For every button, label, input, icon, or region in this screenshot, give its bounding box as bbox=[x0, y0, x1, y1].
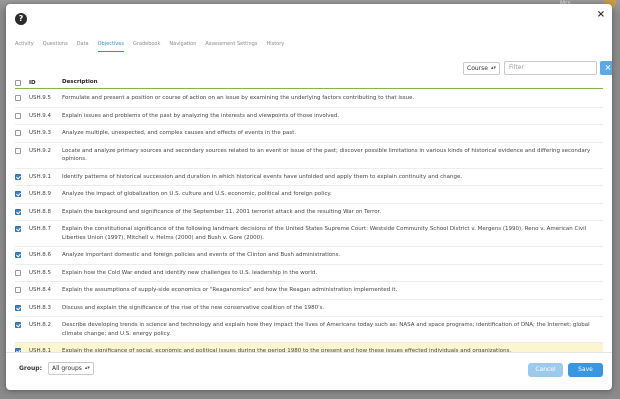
table-row[interactable]: USH.9.5 Formulate and present a position … bbox=[15, 90, 603, 108]
table-row[interactable]: USH.8.4 Explain the assumptions of supply… bbox=[15, 282, 603, 300]
tab-activity[interactable]: Activity bbox=[15, 40, 34, 52]
row-checkbox[interactable] bbox=[15, 304, 21, 311]
objective-description: Explain issues and problems of the past … bbox=[62, 112, 340, 119]
row-checkbox[interactable] bbox=[15, 208, 21, 215]
row-checkbox[interactable] bbox=[15, 269, 21, 276]
objective-id: USH.9.3 bbox=[29, 130, 52, 136]
row-checkbox-cell bbox=[15, 129, 29, 136]
table-row[interactable]: USH.9.3 Analyze multiple, unexpected, and… bbox=[15, 125, 603, 143]
filter-input[interactable]: Filter bbox=[503, 61, 597, 75]
objective-description: Locate and analyze primary sources and s… bbox=[62, 147, 591, 163]
table-row[interactable]: USH.9.1 Identify patterns of historical s… bbox=[15, 169, 603, 186]
tab-questions[interactable]: Questions bbox=[43, 40, 68, 52]
objectives-table-body: USH.9.5 Formulate and present a position … bbox=[15, 90, 603, 352]
row-checkbox-cell bbox=[15, 147, 29, 154]
group-select[interactable]: All groups ▴▾ bbox=[48, 362, 94, 375]
row-checkbox-cell bbox=[15, 269, 29, 276]
tab-history[interactable]: History bbox=[266, 40, 284, 52]
group-select-value: All groups bbox=[52, 365, 82, 372]
tab-bar: Activity Questions Data Objectives Gradebook… bbox=[15, 40, 293, 52]
footer-divider bbox=[6, 352, 612, 353]
cancel-button[interactable]: Cancel bbox=[528, 363, 563, 377]
objective-id: USH.9.2 bbox=[29, 147, 52, 154]
activity-settings-modal: ? × Activity Questions Data Objectives Grade… bbox=[6, 4, 612, 390]
table-row[interactable]: USH.8.5 Explain how the Cold War ended an… bbox=[15, 265, 603, 282]
objective-description: Explain the background and significance … bbox=[62, 208, 382, 215]
row-checkbox[interactable] bbox=[15, 287, 21, 293]
objective-description: Describe developing trends in science an… bbox=[62, 322, 590, 337]
row-checkbox-cell bbox=[15, 304, 29, 311]
objective-description: Explain how the Cold War ended and ident… bbox=[62, 269, 318, 276]
row-checkbox[interactable] bbox=[15, 191, 21, 197]
tab-objectives[interactable]: Objectives bbox=[97, 40, 124, 52]
row-checkbox-cell bbox=[15, 112, 29, 119]
row-checkbox-cell bbox=[15, 208, 29, 215]
row-checkbox[interactable] bbox=[15, 226, 21, 232]
select-all-checkbox[interactable] bbox=[15, 79, 21, 86]
objective-id: USH.8.2 bbox=[29, 322, 52, 328]
select-arrows-icon: ▴▾ bbox=[84, 365, 90, 371]
tab-navigation[interactable]: Navigation bbox=[169, 40, 196, 52]
row-checkbox[interactable] bbox=[15, 173, 21, 180]
clear-filter-button[interactable]: × bbox=[599, 61, 612, 75]
objective-id: USH.8.5 bbox=[29, 269, 52, 276]
group-label: Group: bbox=[19, 365, 42, 372]
help-icon[interactable]: ? bbox=[15, 13, 27, 25]
row-checkbox[interactable] bbox=[15, 130, 21, 136]
table-row[interactable]: USH.8.6 Analyze important domestic and fo… bbox=[15, 247, 603, 265]
objective-description: Analyze the impact of globalization on U… bbox=[62, 191, 332, 197]
tab-data[interactable]: Data bbox=[77, 40, 89, 52]
objective-description: Explain the constitutional significance … bbox=[62, 226, 587, 241]
id-column-header[interactable]: ID bbox=[29, 80, 62, 86]
scope-select-value: Course bbox=[467, 64, 488, 72]
objective-id: USH.9.4 bbox=[29, 112, 52, 119]
scope-select[interactable]: Course ▴▾ bbox=[463, 61, 500, 75]
row-checkbox-cell bbox=[15, 94, 29, 101]
objective-id: USH.8.8 bbox=[29, 208, 52, 215]
objective-description: Formulate and present a position or cour… bbox=[62, 95, 415, 101]
description-column-header[interactable]: Description bbox=[62, 78, 98, 87]
row-checkbox[interactable] bbox=[15, 252, 21, 258]
table-row[interactable]: USH.8.8 Explain the background and signif… bbox=[15, 204, 603, 221]
objective-id: USH.9.5 bbox=[29, 95, 52, 101]
objective-description: Analyze important domestic and foreign p… bbox=[62, 252, 341, 258]
table-row[interactable]: USH.9.2 Locate and analyze primary source… bbox=[15, 143, 603, 169]
objective-description: Identify patterns of historical successi… bbox=[62, 173, 463, 180]
objective-id: USH.8.4 bbox=[29, 287, 52, 293]
select-arrows-icon: ▴▾ bbox=[490, 64, 496, 71]
table-row[interactable]: USH.8.7 Explain the constitutional signif… bbox=[15, 221, 603, 247]
objective-id: USH.8.9 bbox=[29, 191, 52, 197]
row-checkbox[interactable] bbox=[15, 112, 21, 119]
row-checkbox[interactable] bbox=[15, 147, 21, 154]
table-header: ID Description bbox=[15, 77, 603, 89]
row-checkbox-cell bbox=[15, 251, 29, 258]
objective-description: Analyze multiple, unexpected, and comple… bbox=[62, 130, 297, 136]
objective-description: Explain the assumptions of supply-side e… bbox=[62, 287, 398, 293]
close-icon[interactable]: × bbox=[596, 10, 606, 20]
filter-bar: Course ▴▾ Filter × bbox=[463, 61, 612, 75]
objective-id: USH.8.3 bbox=[29, 304, 52, 311]
objective-id: USH.8.7 bbox=[29, 226, 52, 232]
row-checkbox-cell bbox=[15, 286, 29, 293]
objective-description: Discuss and explain the significance of … bbox=[62, 304, 325, 311]
table-row[interactable]: USH.8.2 Describe developing trends in sci… bbox=[15, 317, 603, 343]
table-row[interactable]: USH.8.1 Explain the significance of socia… bbox=[15, 343, 603, 352]
row-checkbox[interactable] bbox=[15, 95, 21, 101]
table-row[interactable]: USH.9.4 Explain issues and problems of th… bbox=[15, 108, 603, 125]
row-checkbox-cell bbox=[15, 173, 29, 180]
row-checkbox-cell bbox=[15, 190, 29, 197]
objective-id: USH.8.6 bbox=[29, 252, 52, 258]
objective-id: USH.9.1 bbox=[29, 173, 52, 180]
tab-gradebook[interactable]: Gradebook bbox=[133, 40, 160, 52]
row-checkbox[interactable] bbox=[15, 322, 21, 328]
table-row[interactable]: USH.8.3 Discuss and explain the significa… bbox=[15, 300, 603, 317]
tab-assessment-settings[interactable]: Assessment Settings bbox=[205, 40, 257, 52]
row-checkbox-cell bbox=[15, 321, 29, 328]
row-checkbox-cell bbox=[15, 225, 29, 232]
save-button[interactable]: Save bbox=[568, 363, 603, 377]
table-row[interactable]: USH.8.9 Analyze the impact of globalizati… bbox=[15, 186, 603, 204]
group-select-wrapper: All groups ▴▾ bbox=[48, 362, 94, 375]
